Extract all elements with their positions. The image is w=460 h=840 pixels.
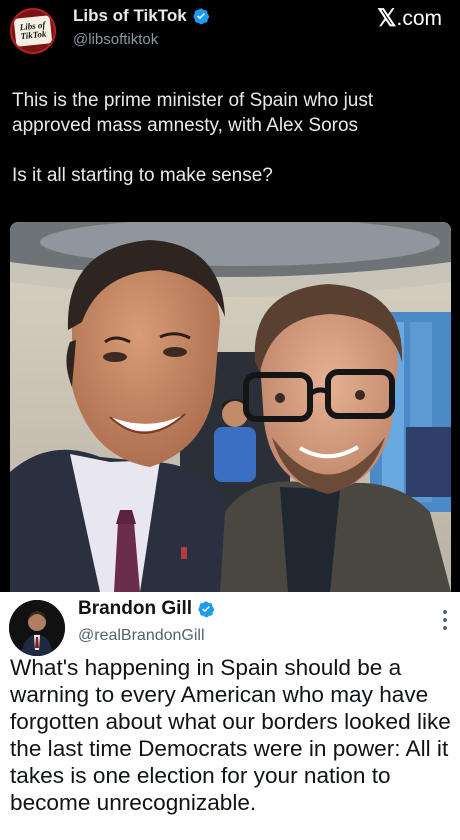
verified-badge-icon — [198, 601, 215, 618]
post-text-paragraph-2: Is it all starting to make sense? — [12, 165, 273, 186]
brand-suffix: .com — [396, 6, 442, 30]
author-name[interactable]: Libs of TikTok — [73, 6, 187, 26]
more-vertical-icon[interactable] — [442, 610, 448, 630]
person-avatar-icon — [9, 600, 65, 656]
quoted-author-name[interactable]: Brandon Gill — [78, 598, 192, 620]
post-header: Libs of TikTok Libs of TikTok @libsoftik… — [0, 0, 460, 70]
post-text-paragraph-1: This is the prime minister of Spain who … — [12, 90, 374, 136]
post-text: This is the prime minister of Spain who … — [12, 88, 452, 188]
quoted-post[interactable]: Brandon Gill @realBrandonGill What's hap… — [0, 592, 460, 840]
author-avatar[interactable]: Libs of TikTok — [10, 8, 56, 54]
x-logo-icon: 𝕏 — [377, 5, 397, 32]
quoted-author-avatar[interactable] — [9, 600, 65, 656]
author-handle[interactable]: @libsoftiktok — [73, 31, 158, 48]
photo-of-two-men-selfie-icon — [10, 222, 451, 592]
author-name-row: Libs of TikTok — [73, 6, 210, 26]
quoted-author-handle[interactable]: @realBrandonGill — [78, 627, 205, 645]
x-brand-logo: 𝕏 .com — [377, 4, 442, 33]
post-photo[interactable] — [10, 222, 451, 592]
avatar-logo: Libs of TikTok — [13, 15, 53, 47]
avatar-text-line2: TikTok — [20, 28, 47, 42]
verified-badge-icon — [193, 8, 209, 25]
quoted-post-text: What's happening in Spain should be a wa… — [10, 655, 451, 815]
quoted-author-name-row: Brandon Gill — [78, 598, 215, 620]
